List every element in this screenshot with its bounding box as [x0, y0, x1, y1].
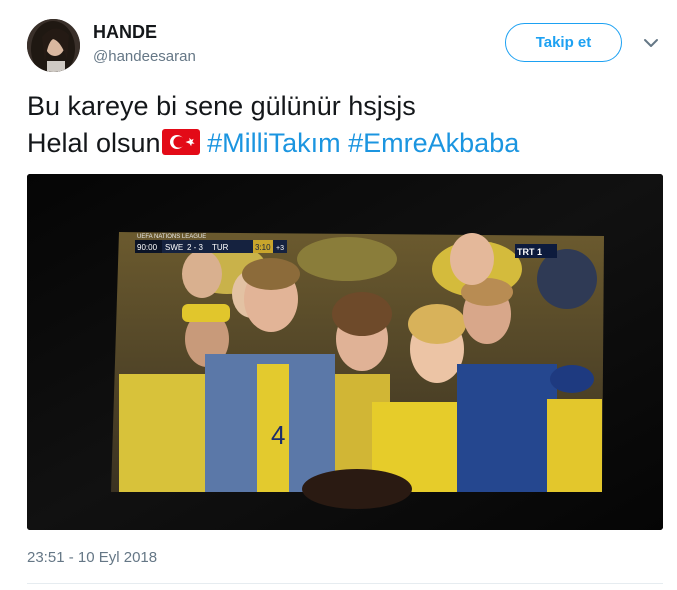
channel-logo: TRT 1: [517, 247, 542, 257]
tweet-text-line-2: Helal olsun #MilliTakım #EmreAkbaba: [27, 125, 657, 162]
svg-text:4: 4: [271, 420, 285, 450]
tweet-text-helal: Helal olsun: [27, 128, 161, 158]
hashtag-emreakbaba[interactable]: #EmreAkbaba: [348, 128, 519, 158]
chevron-down-icon[interactable]: [642, 34, 660, 52]
score-overlay-banner: UEFA NATIONS LEAGUE: [137, 234, 206, 240]
tv-picture: 4 90:00 SWE 2 - 3 TUR 3:10 +3 UEFA NATIO…: [111, 232, 604, 509]
hashtag-millitakim[interactable]: #MilliTakım: [207, 128, 341, 158]
score-overlay-time: 90:00: [137, 243, 158, 252]
avatar-photo: [27, 19, 80, 72]
tweet-text-line-1: Bu kareye bi sene gülünür hsjsjs: [27, 91, 416, 121]
user-handle[interactable]: @handeesaran: [93, 48, 196, 65]
score-overlay-extra: +3: [276, 245, 284, 252]
turkey-flag-icon: [161, 129, 200, 155]
tweet-timestamp[interactable]: 23:51 - 10 Eyl 2018: [27, 549, 157, 566]
score-overlay-home: SWE: [165, 243, 183, 252]
score-overlay-added: 3:10: [255, 243, 271, 252]
tweet-media-photo[interactable]: 4 90:00 SWE 2 - 3 TUR 3:10 +3 UEFA NATIO…: [27, 174, 663, 530]
user-display-name[interactable]: HANDE: [93, 22, 157, 43]
divider: [27, 583, 663, 584]
avatar[interactable]: [27, 19, 80, 72]
tweet-text: Bu kareye bi sene gülünür hsjsjs Helal o…: [27, 88, 657, 162]
follow-button[interactable]: Takip et: [505, 23, 622, 62]
score-overlay-score: 2 - 3: [187, 243, 204, 252]
tv-screen-image: 4 90:00 SWE 2 - 3 TUR 3:10 +3 UEFA NATIO…: [27, 174, 663, 530]
score-overlay-away: TUR: [212, 243, 229, 252]
